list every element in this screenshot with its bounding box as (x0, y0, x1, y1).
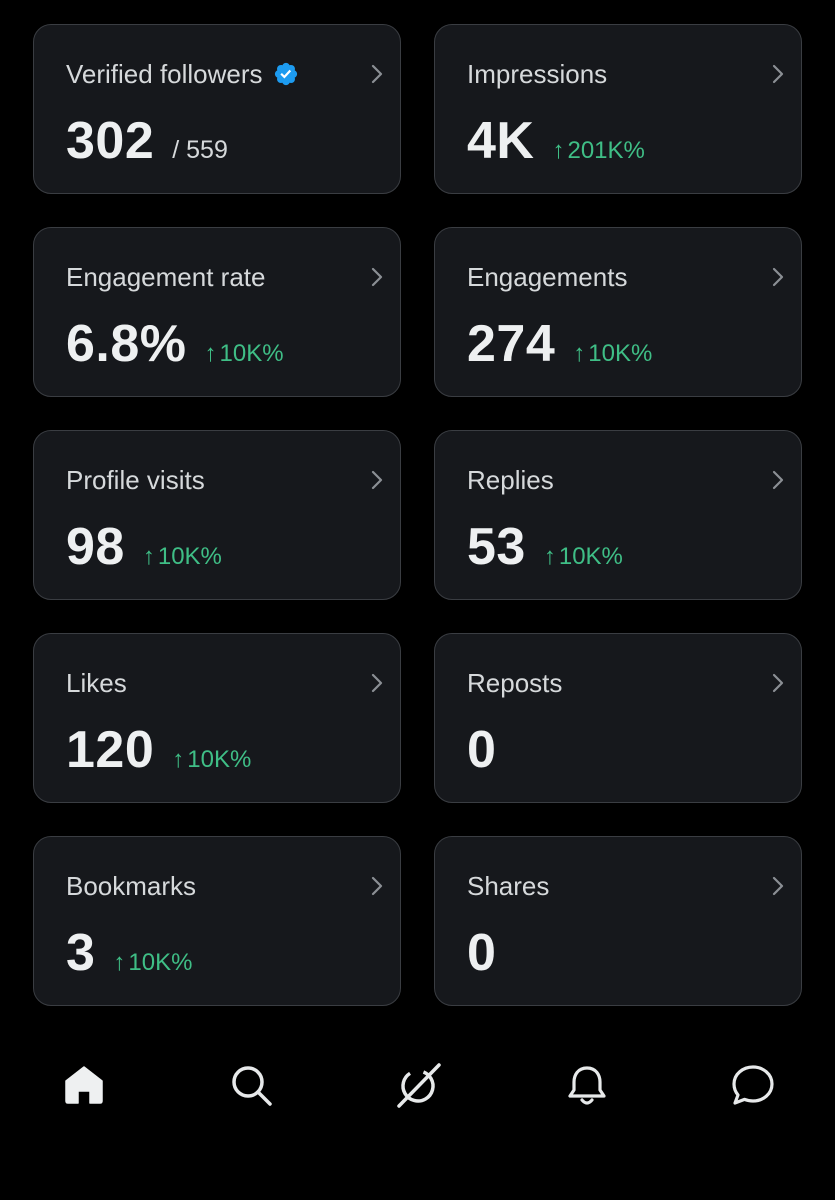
card-delta: ↑ 10K% (205, 340, 284, 368)
bell-icon (568, 1066, 606, 1105)
delta-value: 201K% (567, 137, 645, 164)
card-title: Profile visits (66, 465, 205, 495)
card-title: Engagements (467, 262, 628, 292)
nav-messages[interactable] (730, 1062, 776, 1108)
home-icon (65, 1066, 103, 1104)
chevron-right-icon (371, 470, 383, 490)
card-title-row: Verified followers (66, 58, 299, 90)
chevron-right-icon (772, 267, 784, 287)
chevron-right-icon (772, 876, 784, 896)
card-delta: ↑ 10K% (143, 543, 222, 571)
arrow-up-icon: ↑ (113, 949, 126, 976)
arrow-up-icon: ↑ (543, 543, 556, 570)
nav-notifications[interactable] (564, 1062, 610, 1108)
delta-value: 10K% (157, 543, 222, 570)
card-value: 0 (467, 721, 497, 779)
card-shares[interactable]: Shares 0 (434, 836, 802, 1006)
card-value: 6.8% (66, 315, 187, 373)
card-value-row: 6.8% ↑ 10K% (66, 314, 284, 374)
card-value: 98 (66, 518, 125, 576)
card-verified-followers[interactable]: Verified followers 302 / 559 (33, 24, 401, 194)
card-engagements[interactable]: Engagements 274 ↑ 10K% (434, 227, 802, 397)
nav-grok[interactable] (396, 1062, 442, 1108)
card-value-row: 0 (467, 720, 496, 780)
arrow-up-icon: ↑ (172, 746, 185, 773)
grok-icon (397, 1063, 441, 1108)
metrics-grid: Verified followers 302 / 559 Impressions… (33, 24, 802, 1006)
card-value-row: 302 / 559 (66, 111, 228, 171)
card-title: Engagement rate (66, 262, 266, 292)
card-title: Likes (66, 668, 127, 698)
chevron-right-icon (772, 673, 784, 693)
card-value-row: 53 ↑ 10K% (467, 517, 623, 577)
card-title: Impressions (467, 59, 608, 89)
card-value: 53 (467, 518, 526, 576)
chevron-right-icon (772, 64, 784, 84)
card-value-row: 3 ↑ 10K% (66, 923, 192, 983)
card-replies[interactable]: Replies 53 ↑ 10K% (434, 430, 802, 600)
card-title: Shares (467, 871, 550, 901)
chevron-right-icon (371, 673, 383, 693)
card-delta: ↑ 201K% (552, 137, 644, 165)
card-profile-visits[interactable]: Profile visits 98 ↑ 10K% (33, 430, 401, 600)
verified-badge-icon (273, 61, 299, 87)
delta-value: 10K% (219, 340, 284, 367)
message-icon (732, 1065, 774, 1105)
delta-value: 10K% (187, 746, 252, 773)
card-reposts[interactable]: Reposts 0 (434, 633, 802, 803)
card-bookmarks[interactable]: Bookmarks 3 ↑ 10K% (33, 836, 401, 1006)
nav-home[interactable] (61, 1062, 107, 1108)
delta-value: 10K% (558, 543, 623, 570)
card-value-row: 0 (467, 923, 496, 983)
bottom-nav-bar (0, 1050, 835, 1122)
card-value: 120 (66, 721, 155, 779)
card-delta: ↑ 10K% (544, 543, 623, 571)
card-likes[interactable]: Likes 120 ↑ 10K% (33, 633, 401, 803)
card-title: Reposts (467, 668, 563, 698)
delta-value: 10K% (128, 949, 193, 976)
card-value: 4K (467, 112, 535, 170)
card-delta: ↑ 10K% (172, 746, 251, 774)
card-engagement-rate[interactable]: Engagement rate 6.8% ↑ 10K% (33, 227, 401, 397)
search-icon (232, 1066, 272, 1106)
card-title: Bookmarks (66, 871, 197, 901)
chevron-right-icon (371, 64, 383, 84)
card-value-row: 120 ↑ 10K% (66, 720, 251, 780)
card-value-row: 98 ↑ 10K% (66, 517, 222, 577)
card-value: 302 (66, 112, 155, 170)
card-value: 3 (66, 924, 96, 982)
card-value-row: 4K ↑ 201K% (467, 111, 645, 171)
arrow-up-icon: ↑ (573, 340, 586, 367)
card-total: / 559 (172, 136, 228, 164)
card-delta: ↑ 10K% (113, 949, 192, 977)
card-value-row: 274 ↑ 10K% (467, 314, 652, 374)
arrow-up-icon: ↑ (552, 137, 565, 164)
delta-value: 10K% (588, 340, 653, 367)
card-impressions[interactable]: Impressions 4K ↑ 201K% (434, 24, 802, 194)
card-value: 274 (467, 315, 556, 373)
arrow-up-icon: ↑ (204, 340, 217, 367)
arrow-up-icon: ↑ (142, 543, 155, 570)
chevron-right-icon (371, 876, 383, 896)
card-value: 0 (467, 924, 497, 982)
chevron-right-icon (772, 470, 784, 490)
chevron-right-icon (371, 267, 383, 287)
nav-search[interactable] (228, 1062, 274, 1108)
card-title: Verified followers (66, 59, 263, 89)
card-title: Replies (467, 465, 554, 495)
card-delta: ↑ 10K% (573, 340, 652, 368)
